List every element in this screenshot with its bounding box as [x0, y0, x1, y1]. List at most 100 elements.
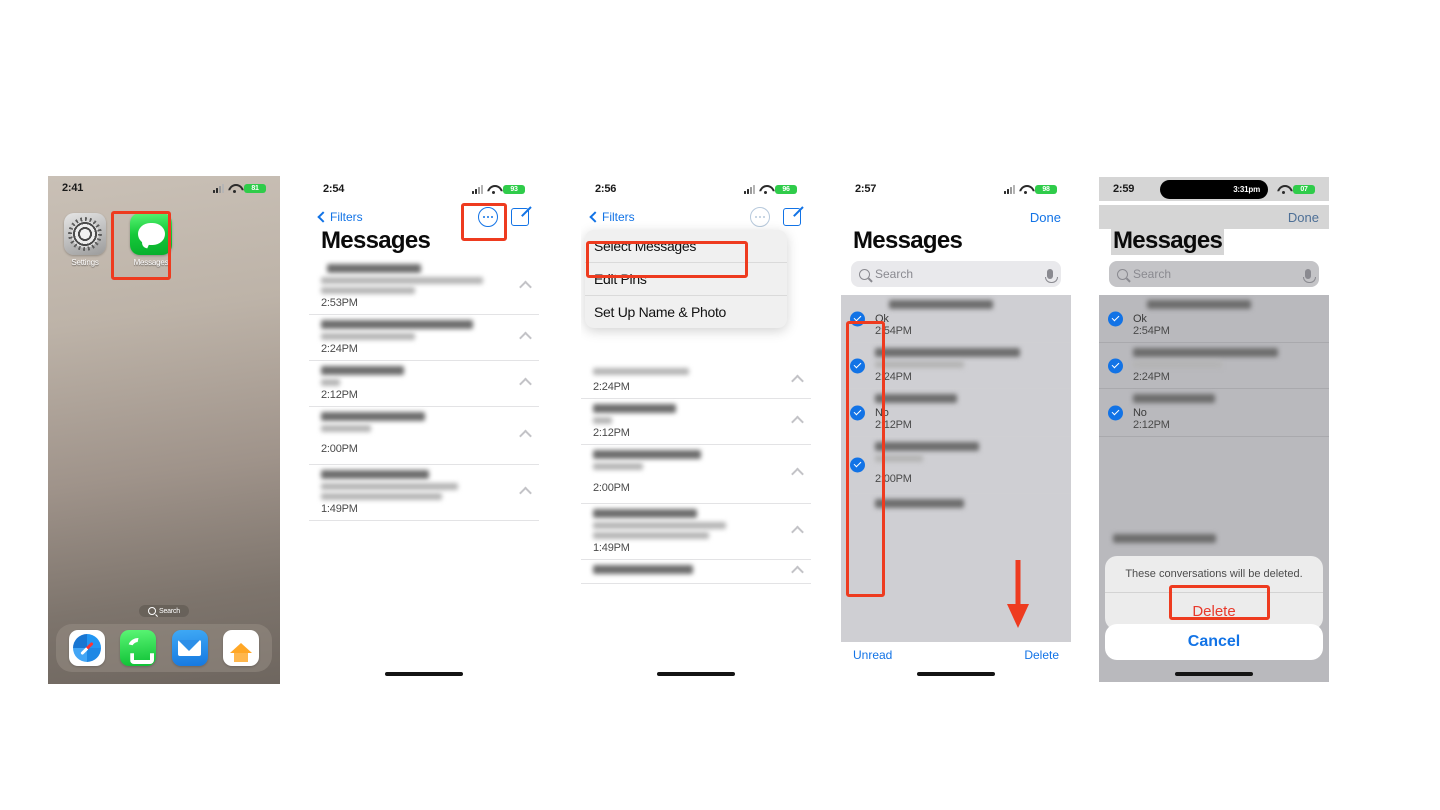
checkbox-selected[interactable] [1108, 358, 1123, 373]
chevron-left-icon [317, 211, 329, 223]
spotlight-search-pill[interactable]: Search [139, 605, 189, 617]
nav-actions [750, 207, 801, 227]
tutorial-screenshot-stage: 2:41 81 Settings Messages Search 2:54 93… [0, 0, 1440, 810]
delete-button[interactable]: Delete [1024, 648, 1059, 662]
chevron-right-icon [519, 429, 532, 442]
list-item-time: 2:54PM [1133, 325, 1170, 337]
status-indicators: 96 [744, 184, 797, 194]
list-item[interactable]: No 2:12PM [841, 389, 1071, 437]
wifi-icon [487, 185, 499, 194]
list-item-snippet: No [1133, 407, 1147, 419]
dynamic-island: 3:31pm [1160, 180, 1268, 199]
status-bar: 2:57 98 [841, 177, 1071, 201]
list-item[interactable]: 2:24PM [581, 363, 811, 399]
list-item-time: 2:24PM [875, 371, 912, 383]
battery-indicator: 07 [1293, 184, 1315, 194]
status-indicators: 98 [1004, 184, 1057, 194]
back-button-label: Filters [330, 210, 363, 224]
list-item[interactable]: 2:00PM [309, 407, 539, 465]
panel-more-menu: 2:56 96 Filters 2:24PM 2:12PM 2:00PM 1:4… [581, 177, 811, 682]
list-item-time: 2:00PM [593, 482, 630, 494]
chevron-left-icon [589, 211, 601, 223]
list-item[interactable]: 2:12PM [309, 361, 539, 407]
compose-icon[interactable] [511, 208, 529, 226]
microphone-icon[interactable] [1302, 269, 1316, 283]
list-item[interactable]: 2:24PM [1099, 343, 1329, 389]
more-circle-icon[interactable] [750, 207, 770, 227]
chevron-right-icon [519, 280, 532, 293]
checkbox-selected[interactable] [850, 358, 865, 373]
app-label: Settings [71, 258, 99, 267]
list-item[interactable]: 1:49PM [581, 504, 811, 560]
chevron-right-icon [519, 331, 532, 344]
menu-item-select-messages[interactable]: Select Messages [585, 230, 787, 263]
checkbox-selected[interactable] [850, 457, 865, 473]
list-item[interactable] [841, 494, 1071, 517]
delete-action-sheet: These conversations will be deleted. Del… [1105, 556, 1323, 630]
dock-icon-safari[interactable] [68, 630, 105, 666]
navigation-bar: Filters [581, 205, 811, 229]
list-item[interactable]: 1:49PM [309, 465, 539, 521]
done-button[interactable]: Done [1030, 210, 1061, 225]
list-item[interactable]: Ok 2:54PM [841, 295, 1071, 343]
checkbox-selected[interactable] [850, 405, 865, 420]
list-item[interactable]: No 2:12PM [1099, 389, 1329, 437]
home-indicator [657, 672, 735, 676]
chevron-right-icon [791, 525, 804, 538]
home-indicator [917, 672, 995, 676]
list-item[interactable]: Ok 2:54PM [1099, 295, 1329, 343]
checkbox-selected[interactable] [1108, 405, 1123, 420]
list-item[interactable] [581, 560, 811, 584]
search-input[interactable]: Search [851, 261, 1061, 287]
app-icon-settings[interactable]: Settings [58, 213, 112, 267]
list-item[interactable]: 2:00PM [581, 445, 811, 504]
list-item-snippet: No [875, 407, 889, 419]
back-button-filters[interactable]: Filters [317, 210, 363, 224]
microphone-icon[interactable] [1044, 269, 1058, 283]
app-grid: Settings Messages [58, 213, 178, 267]
conversation-list: 2:24PM 2:12PM 2:00PM 1:49PM [581, 363, 811, 682]
more-circle-icon[interactable] [478, 207, 498, 227]
checkbox-selected[interactable] [850, 311, 865, 326]
status-time: 2:59 [1113, 183, 1135, 195]
list-item-time: 2:53PM [321, 297, 358, 309]
list-item-time: 2:24PM [1133, 371, 1170, 383]
chevron-right-icon [791, 415, 804, 428]
navigation-bar: Done [841, 205, 1071, 229]
list-item-time: 2:24PM [321, 343, 358, 355]
back-button-filters[interactable]: Filters [589, 210, 635, 224]
list-item[interactable]: 2:53PM [309, 259, 539, 315]
chevron-right-icon [519, 377, 532, 390]
unread-button[interactable]: Unread [853, 648, 892, 662]
dock-icon-mail[interactable] [171, 630, 208, 666]
wifi-icon [1019, 185, 1031, 194]
done-button[interactable]: Done [1288, 210, 1319, 225]
app-icon-messages[interactable]: Messages [124, 213, 178, 267]
checkbox-selected[interactable] [1108, 311, 1123, 326]
list-item-time: 1:49PM [321, 503, 358, 515]
dock [56, 624, 272, 672]
list-item-snippet: Ok [1133, 313, 1147, 325]
selection-toolbar: Unread Delete [841, 642, 1071, 668]
list-item-time: 2:00PM [321, 443, 358, 455]
wifi-icon [1277, 185, 1289, 194]
list-item[interactable]: 2:24PM [841, 343, 1071, 389]
list-item[interactable] [1099, 437, 1329, 552]
status-indicators: 93 [472, 184, 525, 194]
menu-item-edit-pins[interactable]: Edit Pins [585, 263, 787, 296]
list-item-time: 2:12PM [593, 427, 630, 439]
list-item[interactable]: 2:12PM [581, 399, 811, 445]
list-item-time: 2:12PM [875, 419, 912, 431]
wifi-icon [759, 185, 771, 194]
cellular-bars-icon [1004, 184, 1015, 194]
action-sheet-cancel-button[interactable]: Cancel [1105, 624, 1323, 660]
dock-icon-home[interactable] [223, 630, 260, 666]
menu-item-set-up-name-photo[interactable]: Set Up Name & Photo [585, 296, 787, 328]
list-item[interactable]: 2:24PM [309, 315, 539, 361]
compose-icon[interactable] [783, 208, 801, 226]
dock-icon-phone[interactable] [120, 630, 157, 666]
back-button-label: Filters [602, 210, 635, 224]
search-input[interactable]: Search [1109, 261, 1319, 287]
list-item-time: 2:54PM [875, 325, 912, 337]
list-item[interactable]: 2:00PM [841, 437, 1071, 494]
